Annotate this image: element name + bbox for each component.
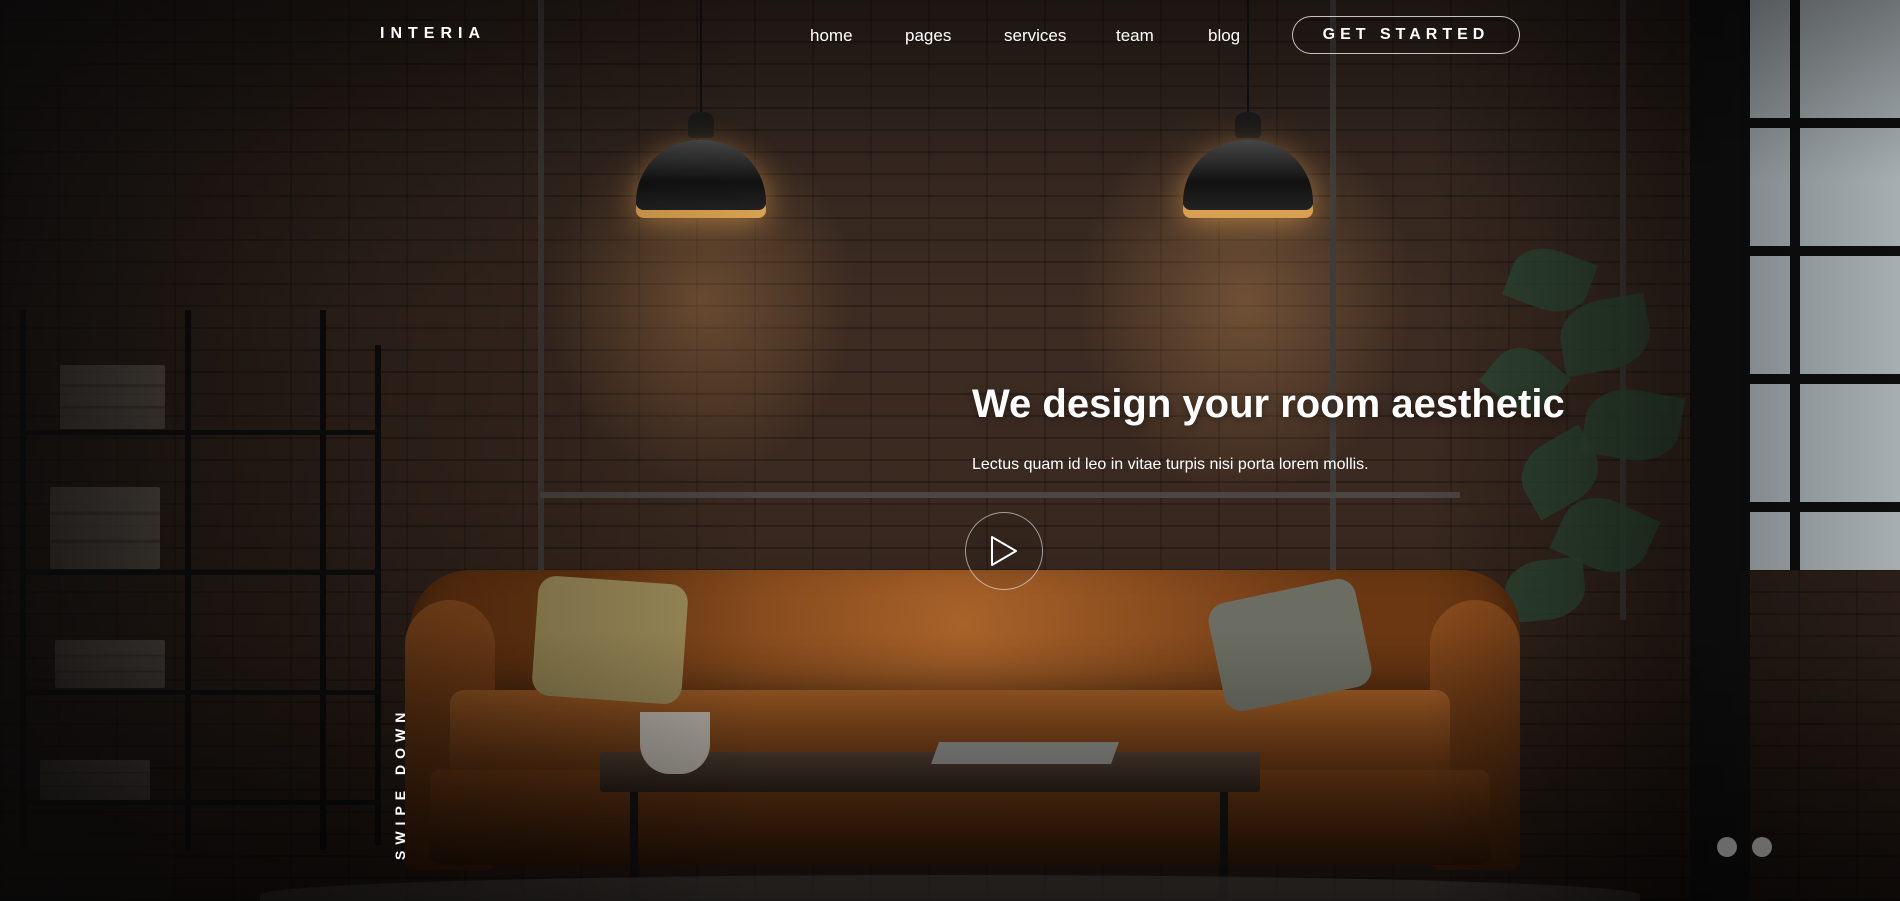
play-icon	[991, 536, 1017, 566]
hero-headline: We design your room aesthetic	[972, 382, 1565, 426]
nav-link-home[interactable]: home	[810, 26, 853, 46]
hero-background	[0, 0, 1900, 901]
hero-subtitle: Lectus quam id leo in vitae turpis nisi …	[972, 456, 1369, 473]
nav-link-blog[interactable]: blog	[1208, 26, 1240, 46]
slider-dots	[1717, 837, 1772, 857]
slider-dot[interactable]	[1717, 837, 1737, 857]
nav-link-team[interactable]: team	[1116, 26, 1154, 46]
top-navbar: INTERIA home pages services team blog GE…	[0, 0, 1900, 72]
play-video-button[interactable]	[965, 512, 1043, 590]
logo[interactable]: INTERIA	[380, 25, 486, 43]
nav-link-services[interactable]: services	[1004, 26, 1066, 46]
slider-dot[interactable]	[1752, 837, 1772, 857]
swipe-down-hint: SWIPE DOWN	[392, 706, 408, 860]
overlay	[0, 0, 1900, 901]
nav-link-pages[interactable]: pages	[905, 26, 951, 46]
get-started-button[interactable]: GET STARTED	[1292, 16, 1520, 54]
